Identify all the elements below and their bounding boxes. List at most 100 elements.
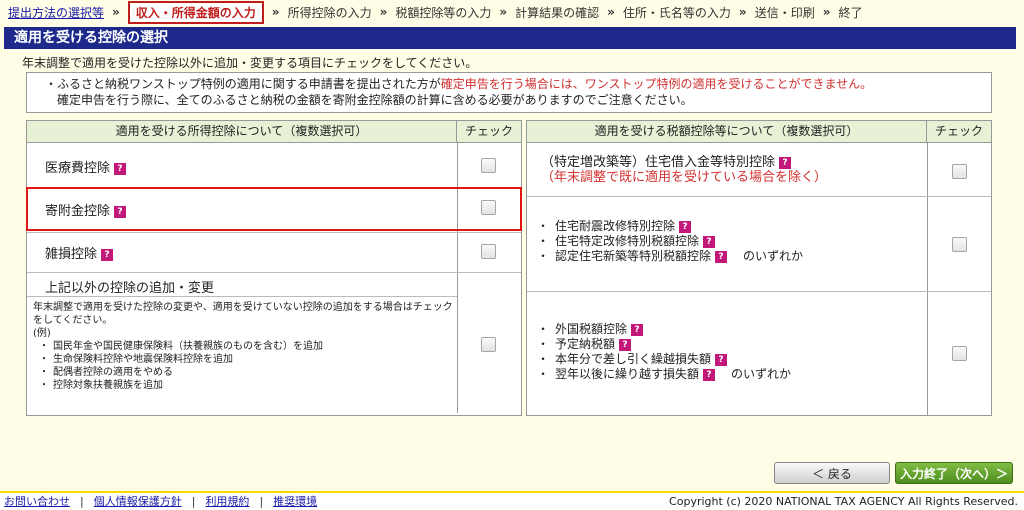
help-icon[interactable]: ? — [114, 205, 127, 218]
list-item-text: 外国税額控除 — [555, 322, 628, 336]
step-select-method[interactable]: 提出方法の選択等 — [8, 4, 104, 21]
footer-link-environment[interactable]: 推奨環境 — [273, 493, 317, 510]
other-deduction-row: 年末調整で適用を受けた控除の変更や、適用を受けていない控除の追加をする場合はチェ… — [27, 297, 521, 415]
step-result-check: 計算結果の確認 — [515, 5, 600, 20]
deduction-row-donation: 寄附金控除? — [27, 188, 521, 233]
tax-credit-row-renovation: 住宅耐震改修特別控除? 住宅特定改修特別税額控除? 認定住宅新築等特別税額控除?… — [527, 197, 991, 292]
deduction-row-medical: 医療費控除? — [27, 143, 521, 188]
step-navigation: 提出方法の選択等 » 収入・所得金額の入力 » 所得控除の入力 » 税額控除等の… — [0, 0, 1024, 24]
help-icon[interactable]: ? — [715, 353, 728, 366]
income-deduction-table: 適用を受ける所得控除について（複数選択可） チェック 医療費控除? 寄附金控除?… — [26, 120, 522, 416]
list-item-text: 認定住宅新築等特別税額控除 — [555, 249, 712, 263]
list-item: 国民年金や国民健康保険料（扶養親族のものを含む）を追加 — [39, 340, 453, 353]
list-item: 配偶者控除の適用をやめる — [39, 366, 453, 379]
help-icon[interactable]: ? — [779, 156, 792, 169]
step-arrow-icon: » — [822, 5, 831, 19]
housing-loan-checkbox[interactable] — [952, 164, 967, 179]
notice-line-2: 確定申告を行う際に、全てのふるさと納税の金額を寄附金控除額の計算に含める必要があ… — [57, 93, 693, 107]
list-item-text: 予定納税額 — [555, 337, 616, 351]
help-icon[interactable]: ? — [703, 235, 716, 248]
footer: お問い合わせ | 個人情報保護方針 | 利用規約 | 推奨環境 Copyrigh… — [0, 491, 1024, 510]
notice-warning-text: 確定申告を行う場合には、ワンストップ特例の適用を受けることができません。 — [440, 77, 873, 91]
step-tax-credit-input: 税額控除等の入力 — [395, 5, 492, 20]
copyright: Copyright (c) 2020 NATIONAL TAX AGENCY A… — [669, 495, 1018, 508]
back-button[interactable]: ＜ 戻る — [774, 462, 890, 484]
step-arrow-icon: » — [112, 5, 120, 19]
page-title: 適用を受ける控除の選択 — [4, 27, 1016, 49]
list-item: 住宅耐震改修特別控除? — [533, 219, 803, 234]
list-item: 認定住宅新築等特別税額控除? のいずれか — [533, 249, 803, 264]
renovation-checkbox[interactable] — [952, 237, 967, 252]
help-icon[interactable]: ? — [679, 220, 692, 233]
step-arrow-icon: » — [738, 5, 747, 19]
step-arrow-icon: » — [379, 5, 388, 19]
medical-deduction-label: 医療費控除 — [45, 161, 111, 176]
footer-separator: | — [80, 495, 84, 508]
list-item-text: 住宅特定改修特別税額控除 — [555, 234, 700, 248]
donation-deduction-checkbox[interactable] — [481, 200, 496, 215]
list-item-text: 翌年以後に繰り越す損失額 — [555, 367, 700, 381]
step-deduction-input: 所得控除の入力 — [287, 5, 372, 20]
housing-loan-label: （特定増改築等）住宅借入金等特別控除? （年末調整で既に適用を受けている場合を除… — [541, 155, 827, 185]
other-credit-checkbox[interactable] — [952, 346, 967, 361]
list-item: 住宅特定改修特別税額控除? — [533, 234, 803, 249]
other-deduction-title: 上記以外の控除の追加・変更 — [45, 281, 215, 296]
list-item: 翌年以後に繰り越す損失額? のいずれか — [533, 367, 791, 382]
column-header-deduction: 適用を受ける所得控除について（複数選択可） — [27, 121, 457, 142]
casualty-deduction-label: 雑損控除 — [45, 247, 98, 262]
notice-text: ふるさと納税ワンストップ特例の適用に関する申請書を提出された方が — [57, 77, 441, 91]
other-deduction-example-label: (例) — [33, 328, 51, 339]
help-icon[interactable]: ? — [703, 368, 716, 381]
help-icon[interactable]: ? — [101, 248, 114, 261]
column-header-tax-credit: 適用を受ける税額控除等について（複数選択可） — [527, 121, 927, 142]
either-suffix: のいずれか — [743, 249, 804, 263]
renovation-list: 住宅耐震改修特別控除? 住宅特定改修特別税額控除? 認定住宅新築等特別税額控除?… — [533, 219, 803, 264]
casualty-deduction-checkbox[interactable] — [481, 244, 496, 259]
other-deduction-checkbox[interactable] — [481, 337, 496, 352]
deduction-label: 雑損控除? — [45, 243, 114, 262]
either-suffix: のいずれか — [731, 367, 792, 381]
notice-bullet: ・ — [45, 77, 58, 91]
column-header-check: チェック — [464, 124, 513, 138]
column-header-check: チェック — [934, 124, 983, 138]
step-send-print: 送信・印刷 — [754, 5, 815, 20]
deduction-row-casualty: 雑損控除? — [27, 233, 521, 273]
other-deduction-example-list: 国民年金や国民健康保険料（扶養親族のものを含む）を追加 生命保険料控除や地震保険… — [33, 340, 453, 392]
step-arrow-icon: » — [607, 5, 615, 19]
table-header: 適用を受ける所得控除について（複数選択可） チェック — [27, 121, 521, 143]
list-item: 本年分で差し引く繰越損失額? — [533, 352, 791, 367]
help-icon[interactable]: ? — [715, 250, 728, 263]
step-income-input: 収入・所得金額の入力 — [127, 0, 264, 24]
step-finish: 終了 — [838, 5, 863, 20]
help-icon[interactable]: ? — [619, 338, 632, 351]
next-button[interactable]: 入力終了（次へ）＞ — [895, 462, 1013, 484]
help-icon[interactable]: ? — [631, 323, 644, 336]
list-item: 控除対象扶養親族を追加 — [39, 379, 453, 392]
step-arrow-icon: » — [499, 5, 508, 19]
list-item: 予定納税額? — [533, 337, 791, 352]
page-description: 年末調整で適用を受けた控除以外に追加・変更する項目にチェックをしてください。 — [22, 56, 478, 70]
medical-deduction-checkbox[interactable] — [481, 158, 496, 173]
tax-credit-row-housing-loan: （特定増改築等）住宅借入金等特別控除? （年末調整で既に適用を受けている場合を除… — [527, 143, 991, 197]
footer-separator: | — [191, 495, 196, 508]
list-item-text: 住宅耐震改修特別控除 — [555, 219, 676, 233]
footer-link-contact[interactable]: お問い合わせ — [4, 493, 70, 510]
other-credit-list: 外国税額控除? 予定納税額? 本年分で差し引く繰越損失額? 翌年以後に繰り越す損… — [533, 322, 791, 382]
list-item: 生命保険料控除や地震保険料控除を追加 — [39, 353, 453, 366]
notice-line-1: ・ふるさと納税ワンストップ特例の適用に関する申請書を提出された方が確定申告を行う… — [37, 76, 981, 92]
footer-link-terms[interactable]: 利用規約 — [205, 493, 249, 510]
furusato-notice: ・ふるさと納税ワンストップ特例の適用に関する申請書を提出された方が確定申告を行う… — [26, 72, 992, 113]
help-icon[interactable]: ? — [114, 162, 127, 175]
other-deduction-desc-text: 年末調整で適用を受けた控除の変更や、適用を受けていない控除の追加をする場合はチェ… — [33, 302, 453, 326]
step-address-input: 住所・氏名等の入力 — [622, 5, 731, 20]
footer-separator: | — [259, 495, 264, 508]
other-deduction-description: 年末調整で適用を受けた控除の変更や、適用を受けていない控除の追加をする場合はチェ… — [33, 301, 453, 392]
list-item-text: 本年分で差し引く繰越損失額 — [555, 352, 712, 366]
deduction-label: 寄附金控除? — [45, 200, 127, 219]
other-deduction-title-row: 上記以外の控除の追加・変更 — [27, 273, 457, 297]
donation-deduction-label: 寄附金控除 — [45, 204, 111, 219]
list-item: 外国税額控除? — [533, 322, 791, 337]
footer-link-privacy[interactable]: 個人情報保護方針 — [94, 493, 182, 510]
table-header: 適用を受ける税額控除等について（複数選択可） チェック — [527, 121, 991, 143]
tax-credit-table: 適用を受ける税額控除等について（複数選択可） チェック （特定増改築等）住宅借入… — [526, 120, 992, 416]
